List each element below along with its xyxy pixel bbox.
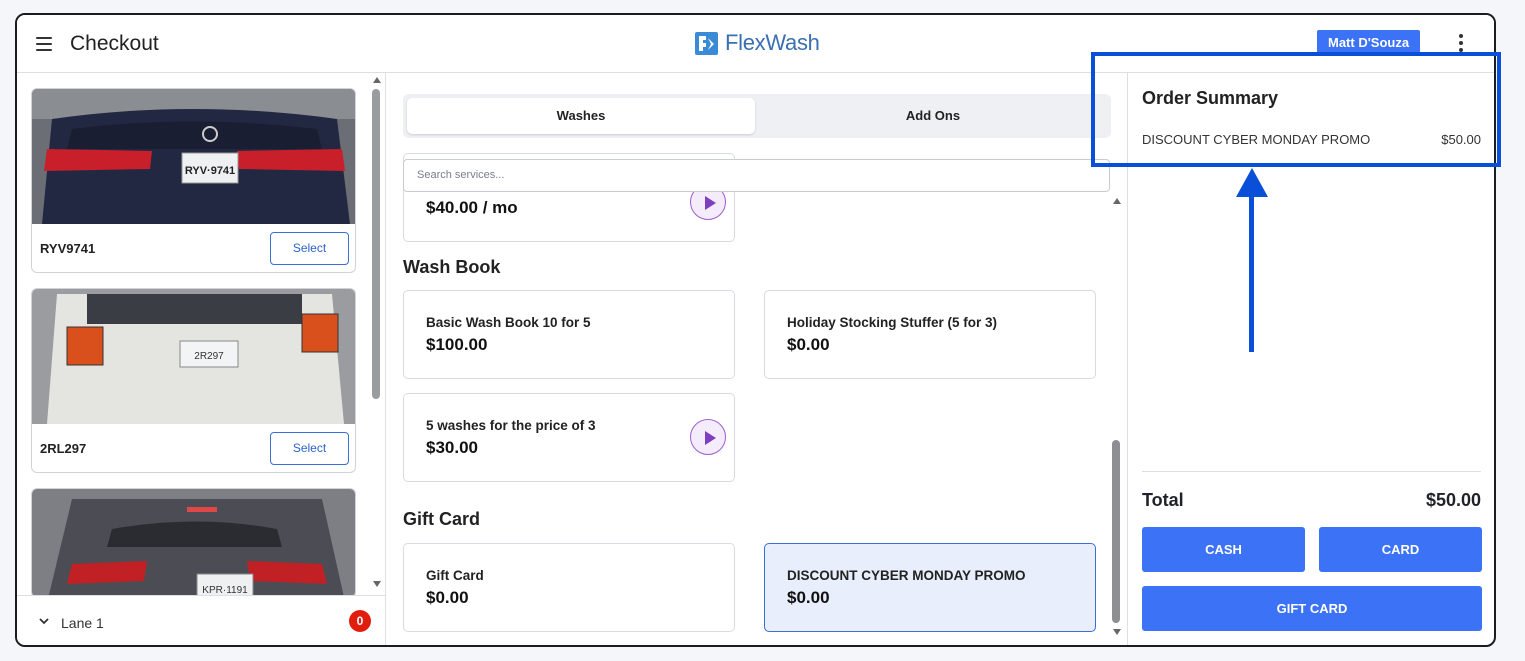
service-card[interactable]: Gift Card $0.00 bbox=[403, 543, 735, 632]
select-vehicle-button[interactable]: Select bbox=[270, 432, 349, 465]
brand-name: FlexWash bbox=[725, 30, 820, 55]
scroll-up-arrow[interactable] bbox=[1113, 198, 1121, 204]
scroll-down-arrow[interactable] bbox=[1113, 629, 1121, 635]
card-button[interactable]: CARD bbox=[1319, 527, 1482, 572]
service-name: Gift Card bbox=[426, 568, 484, 583]
service-card[interactable]: Holiday Stocking Stuffer (5 for 3) $0.00 bbox=[764, 290, 1096, 379]
kebab-menu-icon[interactable] bbox=[1457, 34, 1465, 54]
car-rear-toyota-image: KPR·1191 bbox=[32, 489, 355, 597]
select-vehicle-button[interactable]: Select bbox=[270, 232, 349, 265]
scrollbar-thumb[interactable] bbox=[1112, 440, 1120, 623]
play-icon[interactable] bbox=[690, 419, 726, 455]
section-title-wash-book: Wash Book bbox=[403, 257, 501, 277]
photo-plate-text: 2R297 bbox=[194, 351, 224, 362]
lane-selector[interactable]: Lane 1 0 bbox=[17, 595, 385, 645]
total-label: Total bbox=[1142, 490, 1184, 510]
annotation-arrow-shaft bbox=[1249, 190, 1254, 352]
vehicle-photo: KPR·1191 bbox=[32, 489, 355, 597]
service-price: $30.00 bbox=[426, 438, 478, 457]
service-price: $40.00 / mo bbox=[426, 198, 518, 217]
scroll-up-arrow[interactable] bbox=[373, 77, 381, 83]
vehicle-card[interactable]: KPR·1191 bbox=[31, 488, 356, 598]
vehicle-photo: 2R297 bbox=[32, 289, 355, 424]
search-input[interactable]: Search services... bbox=[403, 159, 1110, 192]
service-price: $0.00 bbox=[787, 335, 830, 354]
lane-count-badge: 0 bbox=[349, 610, 371, 632]
car-rear-honda-image: RYV·9741 bbox=[32, 89, 355, 224]
vehicle-row: 2RL297 Select bbox=[32, 424, 355, 472]
service-card[interactable]: 5 washes for the price of 3 $30.00 bbox=[403, 393, 735, 482]
tab-add-ons[interactable]: Add Ons bbox=[759, 98, 1107, 134]
chevron-down-icon bbox=[39, 618, 49, 625]
services-panel: $40.00 / mo Washes Add Ons Search servic… bbox=[387, 73, 1126, 645]
services-scrollbar[interactable] bbox=[1112, 198, 1122, 645]
vehicle-row: RYV9741 Select bbox=[32, 224, 355, 272]
vehicle-plate: 2RL297 bbox=[40, 441, 87, 456]
vehicle-card[interactable]: 2R297 2RL297 Select bbox=[31, 288, 356, 473]
service-name: Holiday Stocking Stuffer (5 for 3) bbox=[787, 315, 998, 330]
total-divider bbox=[1142, 471, 1481, 472]
service-card-selected[interactable]: DISCOUNT CYBER MONDAY PROMO $0.00 bbox=[764, 543, 1096, 632]
car-rear-jeep-image: 2R297 bbox=[32, 289, 355, 424]
service-name: Basic Wash Book 10 for 5 bbox=[426, 315, 591, 330]
service-tabs: Washes Add Ons bbox=[403, 94, 1111, 138]
page-title: Checkout bbox=[70, 32, 159, 55]
service-price: $0.00 bbox=[426, 588, 469, 607]
section-title-gift-card: Gift Card bbox=[403, 509, 481, 529]
service-name: DISCOUNT CYBER MONDAY PROMO bbox=[787, 568, 1026, 583]
photo-plate-text: RYV·9741 bbox=[185, 165, 235, 177]
service-card[interactable]: Basic Wash Book 10 for 5 $100.00 bbox=[403, 290, 735, 379]
vehicle-plate: RYV9741 bbox=[40, 241, 96, 256]
gift-card-button[interactable]: GIFT CARD bbox=[1142, 586, 1482, 631]
hamburger-icon[interactable] bbox=[36, 37, 52, 51]
tab-washes[interactable]: Washes bbox=[407, 98, 755, 134]
service-price: $100.00 bbox=[426, 335, 488, 354]
vehicle-card[interactable]: RYV·9741 RYV9741 Select bbox=[31, 88, 356, 273]
vehicle-photo: RYV·9741 bbox=[32, 89, 355, 224]
service-name: 5 washes for the price of 3 bbox=[426, 418, 596, 433]
vehicle-list-scrollbar[interactable] bbox=[372, 77, 382, 592]
vehicle-queue-panel: RYV·9741 RYV9741 Select 2R297 2RL297 Sel… bbox=[17, 73, 386, 645]
service-price: $0.00 bbox=[787, 588, 830, 607]
scroll-down-arrow[interactable] bbox=[373, 581, 381, 587]
brand-logo: FlexWash bbox=[695, 30, 820, 56]
lane-label: Lane 1 bbox=[61, 615, 104, 631]
scrollbar-thumb[interactable] bbox=[372, 89, 380, 399]
cash-button[interactable]: CASH bbox=[1142, 527, 1305, 572]
annotation-highlight-box bbox=[1091, 52, 1501, 167]
flexwash-logo-icon bbox=[695, 31, 718, 55]
total-value: $50.00 bbox=[1425, 490, 1481, 510]
